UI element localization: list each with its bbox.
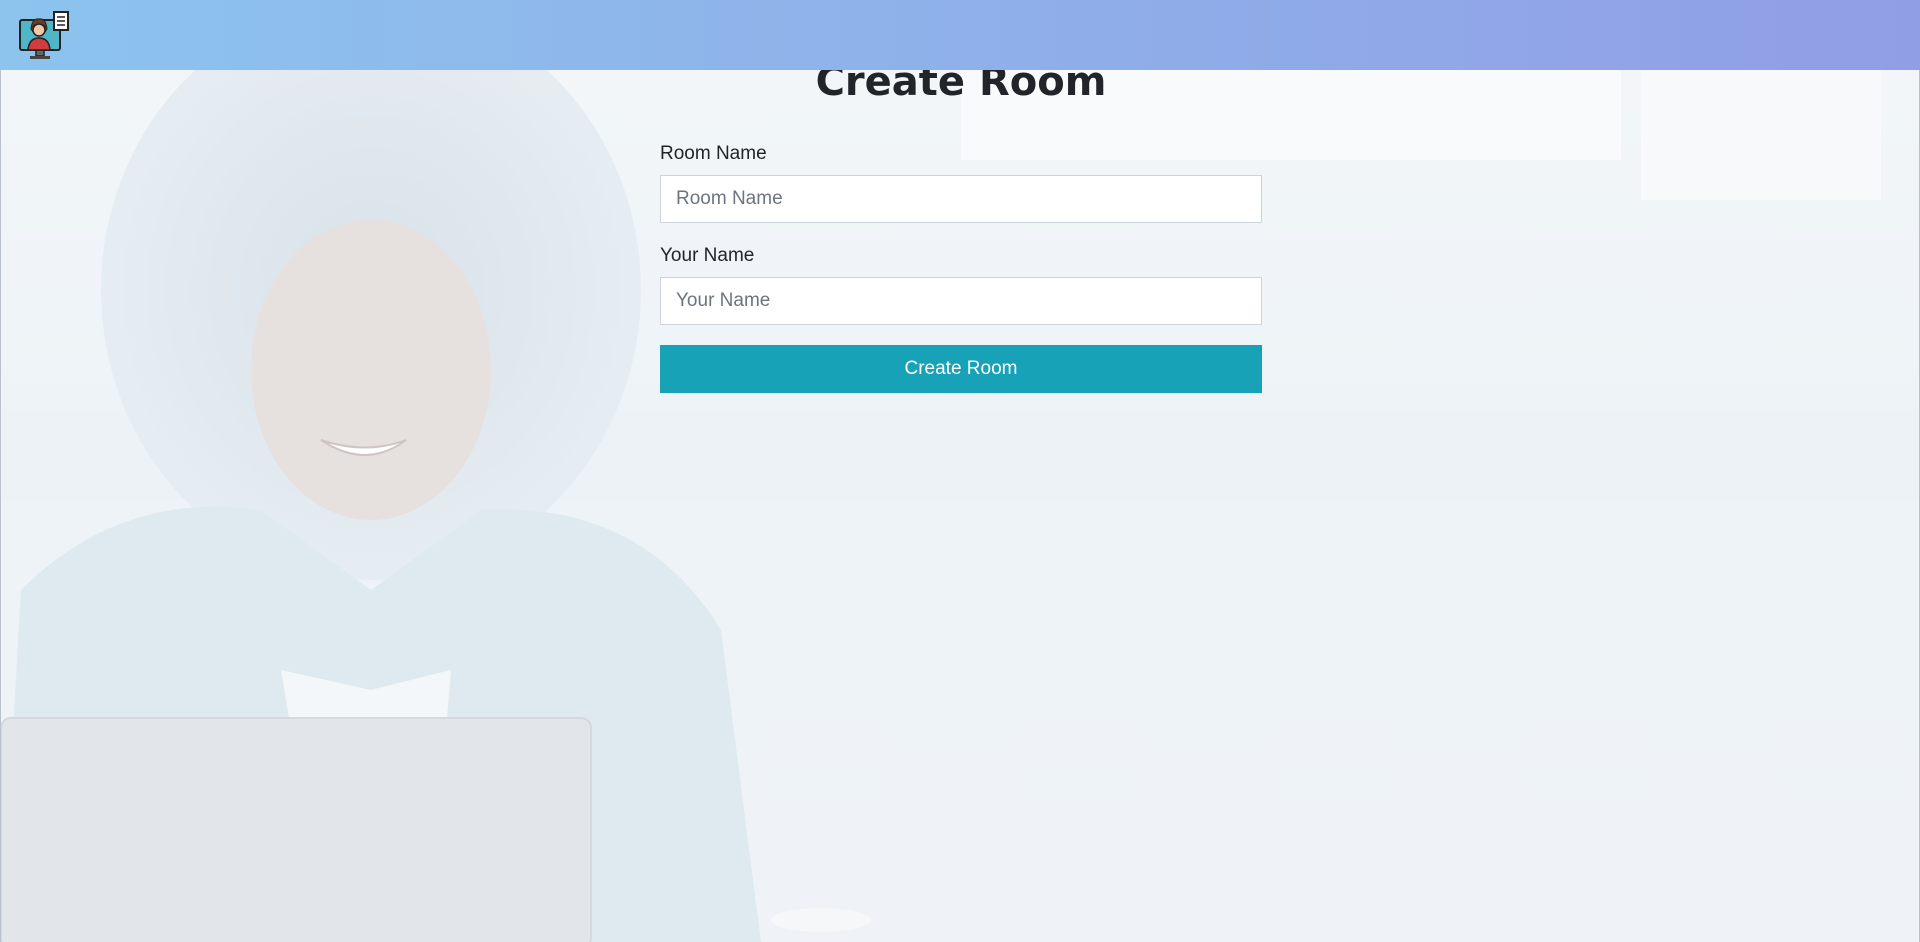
create-room-form: Create Room Room Name Your Name Create R… (660, 70, 1262, 393)
room-name-label: Room Name (660, 143, 767, 164)
top-navbar (0, 0, 1920, 70)
create-room-button[interactable]: Create Room (660, 345, 1262, 393)
app-logo-icon[interactable] (18, 8, 72, 62)
your-name-input[interactable] (660, 277, 1262, 325)
room-name-input[interactable] (660, 175, 1262, 223)
your-name-label: Your Name (660, 245, 755, 266)
page-content: Create Room Room Name Your Name Create R… (0, 70, 1920, 942)
page-title: Create Room (815, 70, 1107, 105)
